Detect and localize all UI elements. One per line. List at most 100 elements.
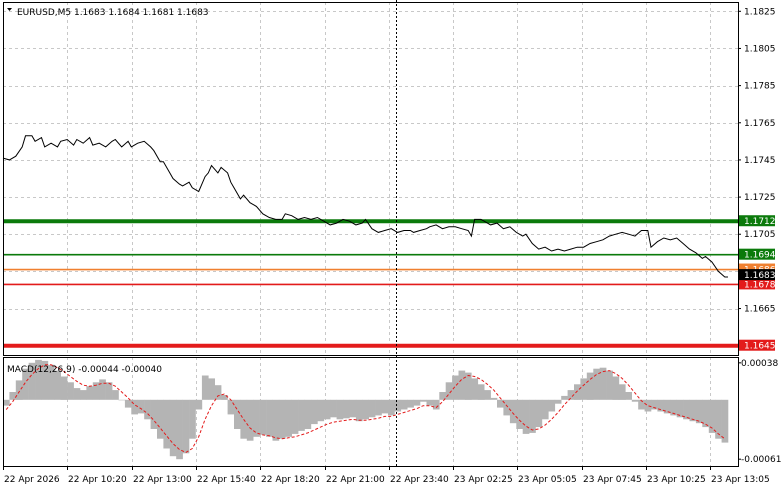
- price-tick-label: 1.1665: [744, 305, 776, 315]
- macd-bar: [278, 399, 286, 439]
- macd-bar: [721, 399, 729, 443]
- macd-bar: [285, 399, 292, 437]
- macd-bar: [234, 399, 241, 429]
- level-tag-text: 1.1694: [744, 251, 776, 261]
- macd-bar: [208, 378, 215, 400]
- price-chart[interactable]: 1.1825 1.1805 1.1785 1.1765 1.1745 1.1725 1.17…: [0, 0, 781, 489]
- macd-bar: [413, 399, 421, 406]
- macd-bar: [541, 399, 549, 420]
- macd-bar: [150, 399, 158, 429]
- price-tick-label: 1.1745: [744, 156, 776, 166]
- macd-bar: [586, 372, 594, 400]
- macd-bar: [189, 399, 196, 439]
- macd-bar: [375, 399, 382, 416]
- macd-bar: [695, 399, 703, 424]
- macd-bar: [612, 376, 620, 400]
- macd-bar: [535, 399, 543, 428]
- macd-bar: [86, 386, 94, 400]
- macd-bar: [349, 399, 357, 418]
- price-tick-label: 1.1705: [744, 230, 776, 240]
- macd-header-text: MACD(12,26,9) -0.00044 -0.00040: [7, 365, 162, 375]
- macd-bar: [214, 385, 222, 400]
- macd-bar: [580, 378, 588, 400]
- time-tick-label: 23 Apr 02:25: [454, 475, 513, 485]
- macd-bar: [362, 399, 369, 420]
- symbol-header[interactable]: EURUSD,M5 1.1683 1.1684 1.1681 1.1683: [7, 8, 209, 18]
- macd-bar: [182, 399, 190, 454]
- macd-bar: [336, 399, 344, 420]
- time-tick-label: 22 Apr 15:40: [197, 475, 256, 485]
- macd-bar: [323, 399, 331, 420]
- macd-bar: [3, 399, 10, 406]
- level-tag-text: 1.1645: [744, 342, 776, 352]
- macd-bar: [631, 399, 639, 402]
- macd-bar: [311, 399, 318, 425]
- macd-bar: [484, 390, 491, 400]
- price-tick-label: 1.1805: [744, 44, 776, 54]
- time-tick-label: 22 Apr 18:20: [261, 475, 320, 485]
- macd-bar: [464, 372, 472, 400]
- macd-tick-label: 0.00038: [741, 359, 778, 369]
- current-price-tag-text: 1.1683: [744, 271, 776, 281]
- time-tick-label: 22 Apr 2026: [4, 475, 60, 485]
- time-tick-label: 23 Apr 05:05: [518, 475, 577, 485]
- macd-bar: [561, 395, 568, 400]
- macd-bar: [554, 399, 562, 404]
- macd-bar: [407, 399, 414, 408]
- macd-bar: [426, 399, 434, 406]
- level-tag-text: 1.1712: [744, 217, 776, 227]
- macd-bar: [343, 399, 350, 419]
- macd-bar: [522, 399, 530, 434]
- macd-bar: [144, 399, 151, 420]
- macd-bar: [516, 399, 523, 429]
- price-tick-label: 1.1765: [744, 119, 776, 129]
- macd-bar: [644, 399, 652, 412]
- macd-bar: [112, 390, 119, 400]
- macd-bar: [99, 379, 106, 400]
- macd-bar: [67, 382, 74, 400]
- macd-bar: [606, 370, 613, 400]
- macd-bar: [381, 399, 389, 414]
- level-tag-text: 1.1678: [744, 280, 776, 290]
- macd-bar: [137, 399, 145, 414]
- macd-bar: [689, 399, 697, 422]
- macd-bar: [574, 384, 581, 400]
- macd-bar: [9, 392, 17, 400]
- macd-bar: [266, 399, 273, 437]
- macd-bar: [317, 399, 325, 422]
- macd-bar: [458, 370, 466, 400]
- macd-bar: [625, 392, 632, 400]
- macd-bar: [298, 399, 305, 431]
- time-tick-label: 22 Apr 13:00: [133, 475, 192, 485]
- macd-bar: [715, 399, 722, 439]
- macd-bar: [227, 399, 235, 415]
- macd-bar: [548, 399, 556, 412]
- time-tick-label: 22 Apr 23:40: [390, 475, 449, 485]
- macd-tick-label: -0.00061: [741, 455, 781, 465]
- macd-bar: [291, 399, 299, 434]
- macd-bar: [503, 399, 511, 416]
- macd-bar: [490, 397, 498, 400]
- macd-bar: [388, 399, 395, 416]
- macd-bar: [80, 390, 87, 400]
- time-tick-label: 23 Apr 13:05: [711, 475, 770, 485]
- macd-bar: [163, 399, 171, 449]
- macd-bar: [124, 399, 132, 408]
- macd-bar: [157, 399, 164, 439]
- macd-bar: [195, 399, 203, 410]
- macd-bar: [169, 399, 177, 457]
- price-tick-label: 1.1785: [744, 82, 776, 92]
- price-tick-label: 1.1825: [744, 7, 776, 17]
- macd-bar: [618, 384, 626, 400]
- macd-bar: [471, 378, 479, 400]
- time-tick-label: 23 Apr 10:25: [647, 475, 706, 485]
- macd-bar: [246, 399, 254, 441]
- macd-bar: [201, 375, 209, 400]
- macd-bar: [529, 399, 536, 433]
- macd-bar: [509, 399, 517, 424]
- macd-bar: [477, 384, 485, 400]
- time-tick-label: 22 Apr 21:00: [326, 475, 385, 485]
- chart-background: [0, 0, 781, 489]
- time-tick-label: 23 Apr 07:45: [583, 475, 642, 485]
- macd-bar: [304, 399, 312, 429]
